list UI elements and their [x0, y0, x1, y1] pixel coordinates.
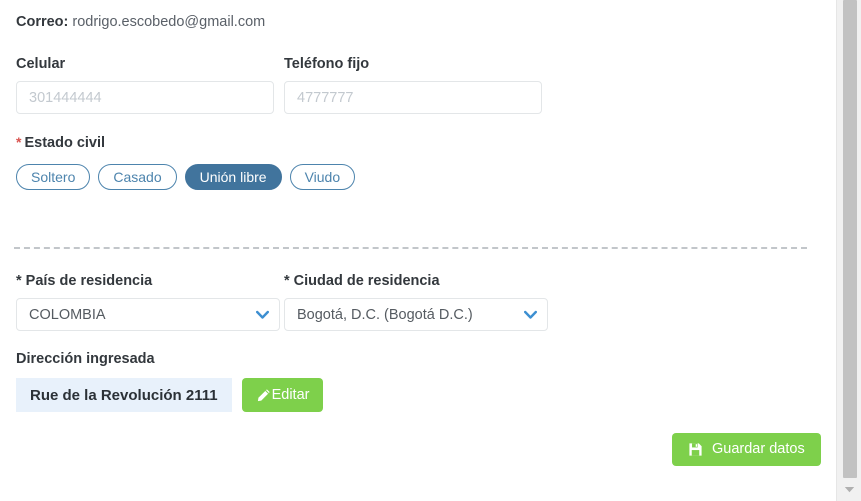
city-select-wrap: Bogotá, D.C. (Bogotá D.C.): [284, 298, 548, 331]
page-viewport: Correo: rodrigo.escobedo@gmail.com Celula…: [0, 0, 861, 501]
edit-address-button[interactable]: Editar: [241, 378, 324, 412]
country-label: * País de residencia: [16, 273, 153, 289]
email-label: Correo:: [16, 14, 69, 30]
personal-data-form: Correo: rodrigo.escobedo@gmail.com Celula…: [0, 0, 836, 501]
floppy-disk-icon: [688, 442, 703, 457]
marital-status-options: Soltero Casado Unión libre Viudo: [16, 164, 356, 190]
marital-status-group: * Estado civil Soltero Casado Unión libre…: [16, 133, 356, 190]
address-row: Rue de la Revolución 2111 Editar: [16, 378, 324, 412]
city-select[interactable]: Bogotá, D.C. (Bogotá D.C.): [284, 298, 548, 331]
landline-field-group: Teléfono fijo: [284, 55, 542, 114]
required-asterisk: *: [16, 134, 22, 150]
city-label: * Ciudad de residencia: [284, 273, 440, 289]
save-data-button[interactable]: Guardar datos: [672, 433, 821, 466]
save-data-label: Guardar datos: [712, 441, 805, 458]
mobile-field-group: Celular: [16, 55, 274, 114]
marital-option-viudo[interactable]: Viudo: [289, 164, 356, 190]
address-group: Dirección ingresada Rue de la Revolución…: [16, 350, 324, 412]
section-divider: [14, 247, 807, 249]
pencil-icon: [256, 388, 271, 403]
marital-option-union-libre[interactable]: Unión libre: [184, 164, 282, 190]
address-value-chip: Rue de la Revolución 2111: [16, 378, 232, 412]
email-value: rodrigo.escobedo@gmail.com: [72, 14, 266, 30]
landline-label: Teléfono fijo: [284, 56, 370, 72]
marital-status-label-text: Estado civil: [24, 135, 106, 151]
country-select[interactable]: COLOMBIA: [16, 298, 280, 331]
scroll-down-button[interactable]: [837, 478, 861, 501]
mobile-input[interactable]: [16, 81, 274, 114]
country-select-wrap: COLOMBIA: [16, 298, 280, 331]
scroll-down-arrow-icon: [844, 486, 855, 493]
scrollbar-thumb[interactable]: [843, 0, 857, 478]
country-field-group: * País de residencia COLOMBIA: [16, 272, 280, 331]
mobile-label: Celular: [16, 56, 66, 72]
marital-option-casado[interactable]: Casado: [98, 164, 177, 190]
vertical-scrollbar[interactable]: [836, 0, 861, 501]
address-label: Dirección ingresada: [16, 351, 155, 367]
edit-address-label: Editar: [271, 386, 310, 403]
landline-input[interactable]: [284, 81, 542, 114]
email-row: Correo: rodrigo.escobedo@gmail.com: [16, 12, 265, 31]
city-field-group: * Ciudad de residencia Bogotá, D.C. (Bog…: [284, 272, 548, 331]
marital-option-soltero[interactable]: Soltero: [16, 164, 91, 190]
marital-status-label: * Estado civil: [16, 133, 355, 152]
